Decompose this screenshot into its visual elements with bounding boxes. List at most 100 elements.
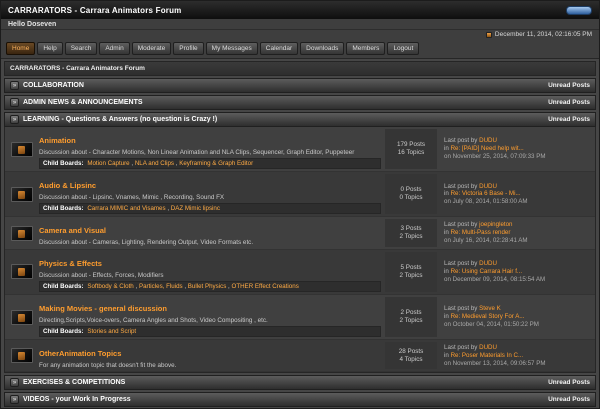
last-post-user-link[interactable]: DUDU [479, 183, 497, 190]
board-link[interactable]: Camera and Visual [39, 226, 106, 235]
board-status-icon[interactable] [11, 186, 33, 202]
nav-downloads[interactable]: Downloads [300, 42, 345, 55]
category-title[interactable]: COLLABORATION [23, 82, 84, 89]
main-nav: Home Help Search Admin Moderate Profile … [1, 40, 599, 59]
nav-members[interactable]: Members [346, 42, 386, 55]
board-status-icon[interactable] [11, 225, 33, 241]
last-post-topic-link[interactable]: Re: Poser Materials In C... [451, 352, 524, 359]
last-post-by-label: Last post by [444, 137, 478, 145]
nav-search[interactable]: Search [64, 42, 98, 55]
collapse-icon[interactable]: » [10, 98, 19, 107]
unread-posts-link[interactable]: Unread Posts [548, 82, 590, 89]
nav-logout[interactable]: Logout [387, 42, 420, 55]
child-boards-label: Child Boards: [43, 205, 84, 213]
board-row-camera-visual: Camera and Visual Discussion about - Cam… [5, 217, 595, 250]
topics-count: 2 Topics [399, 271, 423, 279]
last-post-info: Last post by DUDU in Re: Victoria 6 Base… [441, 174, 591, 214]
user-area: Hello Doseven [1, 19, 599, 30]
last-post-user-link[interactable]: DUDU [479, 344, 497, 351]
posts-count: 3 Posts [400, 224, 422, 232]
unread-posts-link[interactable]: Unread Posts [548, 99, 590, 106]
board-stats: 179 Posts 16 Topics [385, 129, 437, 170]
last-post-topic-link[interactable]: Re: Using Carrara Hair f... [451, 268, 523, 275]
board-status-icon[interactable] [11, 141, 33, 157]
unread-posts-link[interactable]: Unread Posts [548, 379, 590, 386]
last-post-date: on July 16, 2014, 02:28:41 AM [444, 236, 528, 244]
board-status-icon[interactable] [11, 264, 33, 280]
board-stats: 2 Posts 2 Topics [385, 296, 437, 338]
child-board-link[interactable]: NLA and Clips [131, 160, 174, 167]
category-bar-videos: » VIDEOS - your Work In Progress Unread … [4, 392, 596, 408]
board-stats: 28 Posts 4 Topics [385, 342, 437, 370]
nav-help[interactable]: Help [37, 42, 63, 55]
last-post-user-link[interactable]: Steve K [479, 305, 501, 312]
last-post-date: on November 25, 2014, 07:09:33 PM [444, 152, 546, 160]
last-post-date: on December 09, 2014, 08:15:54 AM [444, 275, 546, 283]
last-post-user-link[interactable]: DUDU [479, 137, 497, 144]
last-post-topic-link[interactable]: Re: Medieval Story For A... [451, 313, 525, 320]
collapse-icon[interactable]: » [10, 378, 19, 388]
board-link[interactable]: Animation [39, 136, 76, 145]
last-post-topic-link[interactable]: Re: Victoria 6 Base - Mi... [451, 190, 521, 197]
child-boards: Child Boards: Carrara MIMIC and Visames … [39, 203, 381, 215]
last-post-info: Last post by Steve K in Re: Medieval Sto… [441, 297, 591, 337]
board-info: OtherAnimation Topics For any animation … [39, 342, 381, 369]
last-post-user-link[interactable]: DUDU [479, 260, 497, 267]
board-link[interactable]: Audio & Lipsinc [39, 181, 96, 190]
nav-profile[interactable]: Profile [173, 42, 204, 55]
last-post-topic-link[interactable]: Re: [PAID] Need help wit... [451, 145, 524, 152]
last-post-topic-link[interactable]: Re: Multi-Pass render [451, 229, 511, 236]
nav-home[interactable]: Home [6, 42, 36, 55]
child-board-link[interactable]: Softbody & Cloth [87, 283, 133, 290]
collapse-icon[interactable]: » [10, 395, 19, 405]
last-post-info: Last post by DUDU in Re: Using Carrara H… [441, 252, 591, 292]
board-row-audio-lipsinc: Audio & Lipsinc Discussion about - Lipsi… [5, 172, 595, 218]
child-board-link[interactable]: Keyframing & Graph Editor [176, 160, 253, 167]
category-title[interactable]: VIDEOS - your Work In Progress [23, 396, 131, 403]
collapse-icon[interactable]: » [10, 115, 19, 124]
in-label: in [444, 229, 449, 237]
child-board-link[interactable]: DAZ Mimic lipsinc [167, 205, 220, 212]
category-bar-exercises: » EXERCISES & COMPETITIONS Unread Posts [4, 375, 596, 391]
nav-admin[interactable]: Admin [99, 42, 130, 55]
child-board-link[interactable]: Carrara MIMIC and Visames [87, 205, 165, 212]
date-line: December 11, 2014, 02:16:05 PM [1, 30, 599, 40]
posts-count: 2 Posts [400, 308, 422, 316]
nav-my-messages[interactable]: My Messages [205, 42, 258, 55]
collapse-icon[interactable]: » [10, 81, 19, 90]
last-post-info: Last post by DUDU in Re: [PAID] Need hel… [441, 129, 591, 169]
unread-posts-link[interactable]: Unread Posts [548, 116, 590, 123]
child-boards: Child Boards: Softbody & Cloth Particles… [39, 280, 381, 292]
board-status-icon[interactable] [11, 309, 33, 325]
category-title[interactable]: EXERCISES & COMPETITIONS [23, 379, 125, 386]
last-post-date: on October 04, 2014, 01:50:22 PM [444, 320, 539, 328]
board-info: Animation Discussion about - Character M… [39, 129, 381, 170]
category-title[interactable]: ADMIN NEWS & ANNOUNCEMENTS [23, 99, 143, 106]
topics-count: 2 Topics [399, 233, 423, 241]
board-link[interactable]: OtherAnimation Topics [39, 349, 121, 358]
breadcrumb[interactable]: CARRARATORS - Carrara Animators Forum [4, 61, 596, 76]
board-link[interactable]: Physics & Effects [39, 259, 102, 268]
child-board-link[interactable]: Bullet Physics [184, 283, 226, 290]
last-post-user-link[interactable]: joepingleton [479, 221, 512, 228]
last-post-by-label: Last post by [444, 305, 478, 313]
collapse-header-button[interactable] [566, 5, 592, 15]
nav-moderate[interactable]: Moderate [131, 42, 172, 55]
child-boards: Child Boards: Motion Capture NLA and Cli… [39, 158, 381, 170]
last-post-by-label: Last post by [444, 344, 478, 352]
category-title[interactable]: LEARNING - Questions & Answers (no quest… [23, 116, 217, 123]
topics-count: 0 Topics [399, 194, 423, 202]
child-board-link[interactable]: Motion Capture [87, 160, 129, 167]
in-label: in [444, 313, 449, 321]
unread-posts-link[interactable]: Unread Posts [548, 396, 590, 403]
nav-calendar[interactable]: Calendar [259, 42, 299, 55]
last-post-info: Last post by joepingleton in Re: Multi-P… [441, 219, 591, 246]
board-row-physics-effects: Physics & Effects Discussion about - Eff… [5, 249, 595, 295]
child-boards-label: Child Boards: [43, 328, 84, 336]
child-board-link[interactable]: Particles, Fluids [135, 283, 182, 290]
board-link[interactable]: Making Movies - general discussion [39, 304, 167, 313]
child-board-link[interactable]: OTHER Effect Creations [228, 283, 299, 290]
child-board-link[interactable]: Stories and Script [87, 328, 136, 335]
board-status-icon[interactable] [11, 348, 33, 364]
board-info: Camera and Visual Discussion about - Cam… [39, 219, 381, 246]
